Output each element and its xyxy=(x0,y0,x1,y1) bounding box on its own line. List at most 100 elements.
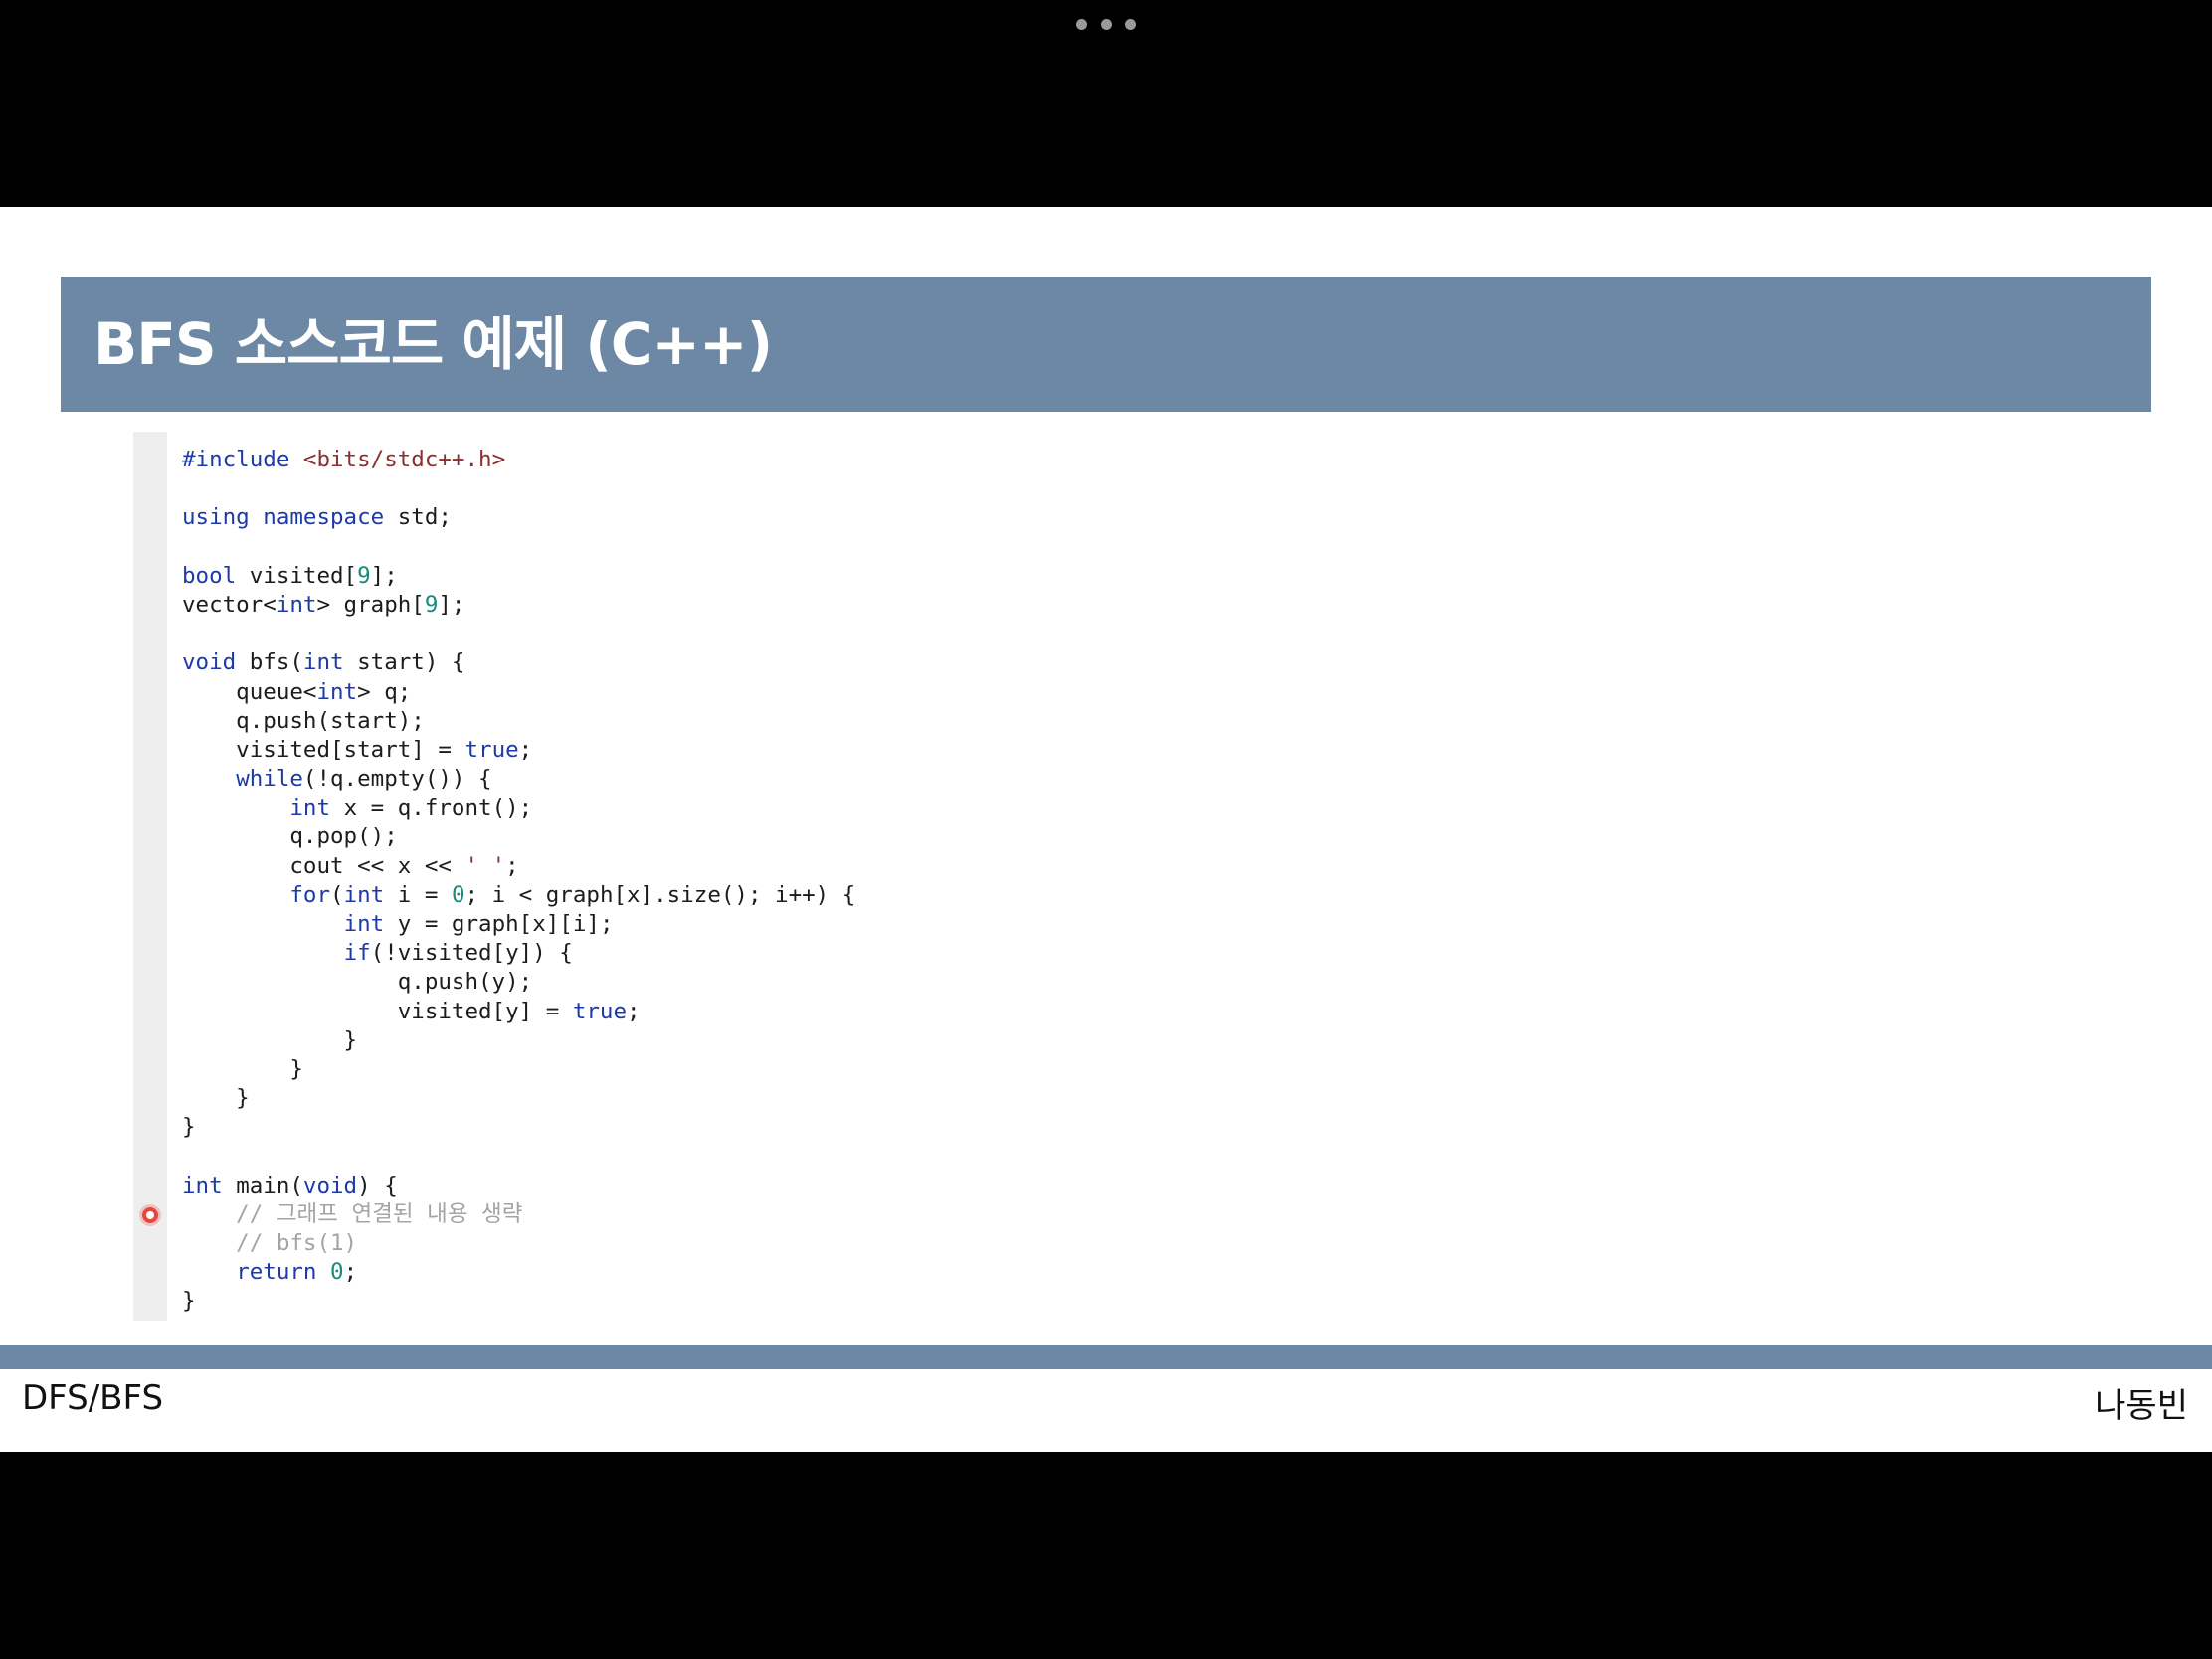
code-token: int xyxy=(302,649,358,676)
code-token: ; xyxy=(343,1259,358,1286)
footer-bar xyxy=(0,1345,2212,1369)
code-token: int xyxy=(276,591,317,618)
code-token: true xyxy=(572,998,628,1024)
footer-author-label: 나동빈 xyxy=(2095,1386,2188,1426)
code-token: 0 xyxy=(451,881,465,908)
code-line: visited[start] = true; xyxy=(182,736,855,765)
code-token: queue< xyxy=(182,678,317,705)
code-token: (!q.empty()) { xyxy=(302,766,492,793)
code-line: // bfs(1) xyxy=(182,1229,855,1258)
code-token: ; i < graph[x].size(); i++) { xyxy=(464,881,856,908)
code-token: ; xyxy=(627,998,641,1024)
code-token: ; xyxy=(518,736,533,763)
code-token: for xyxy=(289,881,331,908)
code-token: i = xyxy=(397,881,452,908)
code-token: } xyxy=(182,1055,303,1082)
code-token: <bits/stdc++.h> xyxy=(302,447,506,472)
code-line: if(!visited[y]) { xyxy=(182,939,855,968)
code-line: for(int i = 0; i < graph[x].size(); i++)… xyxy=(182,881,855,910)
code-token: ]; xyxy=(438,591,465,618)
more-options-icon[interactable] xyxy=(1076,14,1136,34)
code-line: } xyxy=(182,1084,855,1113)
code-token: using namespace xyxy=(182,504,398,531)
code-block: #include <bits/stdc++.h> using namespace… xyxy=(133,432,1327,1327)
code-token: } xyxy=(182,1114,196,1141)
code-line: while(!q.empty()) { xyxy=(182,765,855,794)
code-token: q.pop(); xyxy=(182,824,398,850)
title-banner: BFS 소스코드 예제 (C++) xyxy=(61,276,2151,412)
code-lines: #include <bits/stdc++.h> using namespace… xyxy=(182,446,855,1317)
code-token: > q; xyxy=(357,678,412,705)
presentation-slide: BFS 소스코드 예제 (C++) #include <bits/stdc++.… xyxy=(0,207,2212,1452)
code-token: bool xyxy=(182,562,250,589)
code-line: } xyxy=(182,1113,855,1142)
code-token: } xyxy=(182,1085,250,1112)
code-token: 9 xyxy=(424,591,439,618)
code-line: cout << x << ' '; xyxy=(182,852,855,881)
code-line: } xyxy=(182,1287,855,1316)
code-line: queue<int> q; xyxy=(182,678,855,707)
code-gutter xyxy=(133,432,167,1321)
bottom-letterbox-bar xyxy=(0,1452,2212,1659)
top-letterbox-bar xyxy=(0,0,2212,207)
code-line: void bfs(int start) { xyxy=(182,648,855,677)
code-token: y = graph[x][i]; xyxy=(397,911,614,937)
code-token: visited[ xyxy=(249,562,358,589)
code-token: x = q.front(); xyxy=(343,795,533,822)
code-line: int x = q.front(); xyxy=(182,794,855,823)
code-token: } xyxy=(182,1026,358,1053)
code-line: int y = graph[x][i]; xyxy=(182,910,855,939)
code-token: start) { xyxy=(357,649,465,676)
code-token: main( xyxy=(236,1172,303,1198)
code-line: using namespace std; xyxy=(182,503,855,532)
code-line: return 0; xyxy=(182,1258,855,1287)
footer-topic-label: DFS/BFS xyxy=(22,1379,164,1418)
code-token: ' ' xyxy=(464,852,506,879)
code-token: 9 xyxy=(357,562,371,589)
slide-title: BFS 소스코드 예제 (C++) xyxy=(93,310,773,378)
code-line: } xyxy=(182,1026,855,1055)
code-token: true xyxy=(464,736,519,763)
code-token: q.push(y); xyxy=(182,969,533,996)
code-token: void xyxy=(182,649,250,676)
code-line: int main(void) { xyxy=(182,1172,855,1200)
code-token: cout << x << xyxy=(182,852,465,879)
dot xyxy=(1100,18,1112,30)
code-token: return xyxy=(236,1259,331,1286)
code-line: q.push(y); xyxy=(182,968,855,997)
code-line: q.push(start); xyxy=(182,707,855,736)
code-token: ) { xyxy=(357,1172,398,1198)
code-token: void xyxy=(302,1172,358,1198)
code-token: int xyxy=(182,1172,237,1198)
code-token: ]; xyxy=(370,562,398,589)
code-token: int xyxy=(289,795,344,822)
code-line: vector<int> graph[9]; xyxy=(182,591,855,620)
code-line: } xyxy=(182,1055,855,1084)
code-line: bool visited[9]; xyxy=(182,562,855,591)
code-token: // 그래프 연결된 내용 생략 xyxy=(182,1200,523,1227)
code-token: } xyxy=(182,1288,196,1315)
code-token: vector< xyxy=(182,591,276,618)
code-token: int xyxy=(343,881,398,908)
dot xyxy=(1125,18,1136,30)
code-token: visited[y] = xyxy=(182,998,573,1024)
code-token: int xyxy=(316,678,358,705)
code-line: #include <bits/stdc++.h> xyxy=(182,446,855,474)
code-token: visited[start] = xyxy=(182,736,465,763)
code-token: 0 xyxy=(330,1259,344,1286)
code-token: std; xyxy=(397,504,452,531)
code-token: (!visited[y]) { xyxy=(370,940,573,967)
code-token: ; xyxy=(505,852,519,879)
code-token: if xyxy=(343,940,371,967)
record-cursor-icon xyxy=(142,1207,158,1223)
code-token: > graph[ xyxy=(316,591,425,618)
code-line: visited[y] = true; xyxy=(182,998,855,1026)
